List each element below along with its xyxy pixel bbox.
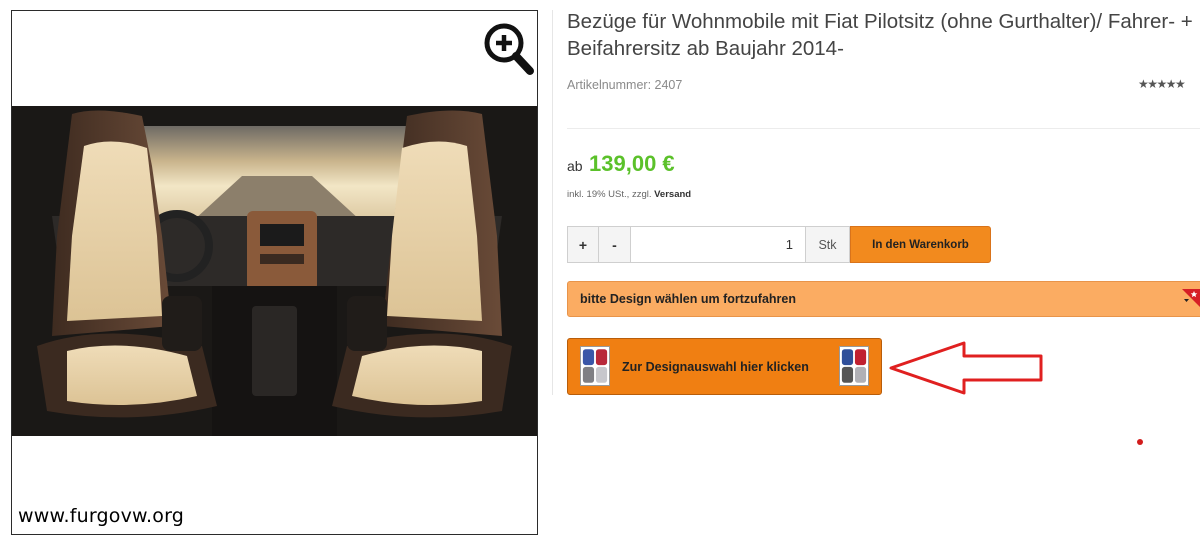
add-to-cart-button[interactable]: In den Warenkorb	[850, 226, 991, 263]
quantity-input[interactable]	[631, 226, 806, 263]
divider	[567, 128, 1200, 129]
increase-button[interactable]: +	[567, 226, 599, 263]
design-select[interactable]: bitte Design wählen um fortzufahren	[567, 281, 1200, 317]
zoom-in-icon[interactable]	[480, 17, 536, 77]
unit-label: Stk	[806, 226, 850, 263]
tax-text: inkl. 19% USt., zzgl.	[567, 189, 652, 200]
design-thumbnail-icon	[580, 346, 610, 386]
design-button-label: Zur Designauswahl hier klicken	[622, 359, 809, 374]
red-dot	[1137, 439, 1143, 445]
article-number: Artikelnummer: 2407	[567, 78, 683, 92]
column-divider	[552, 10, 553, 395]
tax-note: inkl. 19% USt., zzgl. Versand	[567, 189, 691, 200]
product-title: Bezüge für Wohnmobile mit Fiat Pilotsitz…	[567, 10, 1193, 60]
design-selection-button[interactable]: Zur Designauswahl hier klicken	[567, 338, 882, 395]
design-thumbnail-icon	[839, 346, 869, 386]
price-prefix: ab	[567, 158, 583, 174]
shipping-link[interactable]: Versand	[654, 189, 691, 200]
product-image-frame[interactable]: www.furgovw.org	[11, 10, 538, 535]
watermark: www.furgovw.org	[18, 505, 185, 527]
arrow-annotation-icon	[889, 341, 1043, 395]
chevron-down-icon[interactable]	[1182, 289, 1200, 307]
quantity-stepper: + - Stk In den Warenkorb	[567, 226, 991, 263]
design-select-label: bitte Design wählen um fortzufahren	[580, 292, 796, 306]
decrease-button[interactable]: -	[599, 226, 631, 263]
rating-stars[interactable]: ★★★★★	[1138, 77, 1186, 91]
price-value: 139,00 €	[589, 151, 675, 176]
price-row: ab 139,00 €	[567, 151, 675, 177]
product-photo[interactable]	[12, 106, 537, 436]
